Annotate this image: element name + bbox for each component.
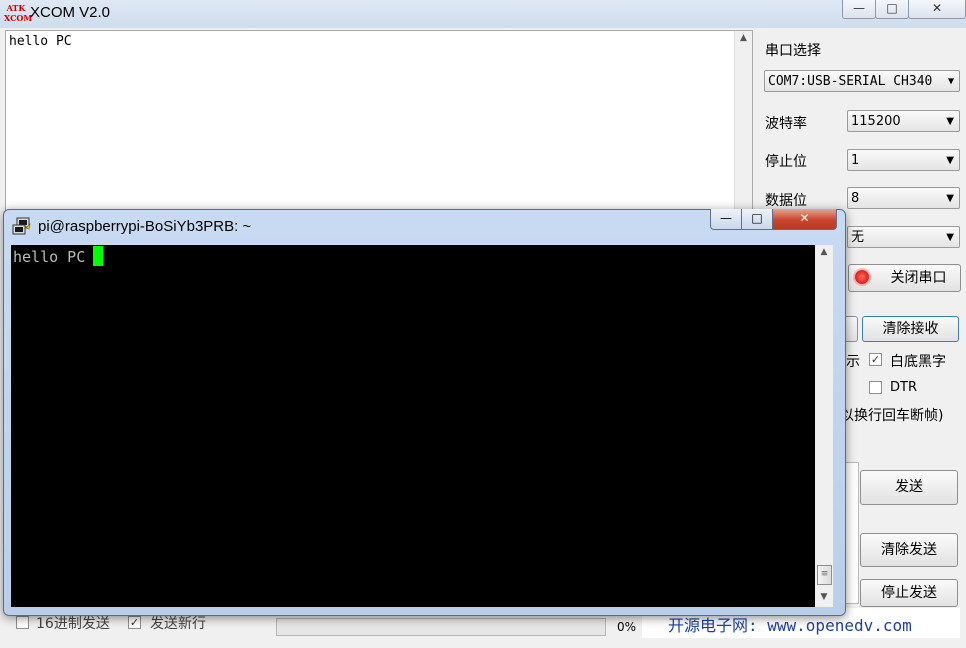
- stop-bits-label: 停止位: [765, 154, 807, 170]
- clear-send-button[interactable]: 清除发送: [860, 533, 958, 567]
- timestamp-label: 以换行回车断帧): [840, 408, 944, 424]
- putty-minimize-button[interactable]: —: [710, 209, 742, 230]
- white-bg-label: 白底黑字: [890, 354, 946, 370]
- chevron-down-icon: ▼: [947, 76, 954, 87]
- port-status-icon: [855, 270, 869, 284]
- xcom-title-bar: [0, 0, 966, 28]
- scroll-up-icon[interactable]: ▲: [815, 247, 833, 257]
- close-port-button[interactable]: 关闭串口: [848, 264, 961, 292]
- terminal-text: hello PC: [13, 248, 86, 266]
- hex-display-label: 示: [846, 354, 860, 370]
- baud-select[interactable]: 115200 ▼: [847, 110, 960, 132]
- dtr-label: DTR: [890, 380, 917, 395]
- clear-receive-button[interactable]: 清除接收: [862, 316, 959, 342]
- chevron-down-icon: ▼: [946, 232, 954, 243]
- putty-close-button[interactable]: ✕: [772, 209, 837, 230]
- data-bits-value: 8: [851, 191, 860, 206]
- terminal-cursor: [93, 246, 103, 266]
- scroll-thumb[interactable]: ≡: [817, 565, 832, 585]
- baud-label: 波特率: [765, 116, 807, 132]
- parity-select[interactable]: 无 ▼: [847, 226, 960, 248]
- stop-bits-value: 1: [851, 153, 860, 168]
- terminal-scrollbar[interactable]: ▲ ≡ ▼: [815, 245, 833, 607]
- putty-window-title: pi@raspberrypi-BoSiYb3PRB: ~: [38, 218, 252, 235]
- xcom-window-title: XCOM V2.0: [30, 4, 111, 21]
- receive-text: hello PC: [9, 34, 72, 49]
- port-select[interactable]: COM7:USB-SERIAL CH340 ▼: [764, 70, 960, 92]
- putty-maximize-button[interactable]: □: [741, 209, 773, 230]
- dtr-checkbox[interactable]: [869, 381, 882, 394]
- send-newline-checkbox[interactable]: ✓: [128, 616, 141, 629]
- stop-send-button[interactable]: 停止发送: [860, 579, 958, 607]
- white-bg-checkbox[interactable]: ✓: [869, 353, 882, 366]
- scroll-up-icon[interactable]: ▲: [735, 33, 752, 43]
- maximize-icon: □: [751, 211, 763, 225]
- data-bits-select[interactable]: 8 ▼: [847, 187, 960, 209]
- minimize-icon: —: [720, 211, 732, 225]
- send-newline-label: 发送新行: [150, 616, 206, 632]
- hex-send-checkbox[interactable]: [16, 616, 29, 629]
- data-bits-label: 数据位: [765, 193, 807, 209]
- xcom-maximize-button[interactable]: □: [875, 0, 909, 19]
- chevron-down-icon: ▼: [946, 155, 954, 166]
- terminal-screen[interactable]: hello PC: [11, 245, 815, 607]
- close-port-label: 关闭串口: [890, 270, 947, 286]
- maximize-icon: □: [886, 1, 898, 15]
- send-button[interactable]: 发送: [860, 470, 958, 505]
- minimize-icon: —: [853, 1, 865, 15]
- close-icon: ✕: [931, 1, 943, 15]
- putty-window[interactable]: pi@raspberrypi-BoSiYb3PRB: ~ — □ ✕ hello…: [3, 209, 846, 616]
- baud-select-value: 115200: [851, 114, 901, 129]
- hex-send-label: 16进制发送: [36, 616, 110, 632]
- scroll-down-icon[interactable]: ▼: [815, 592, 833, 602]
- parity-value: 无: [851, 230, 865, 245]
- chevron-down-icon: ▼: [946, 193, 954, 204]
- progress-percent: 0%: [617, 620, 637, 634]
- xcom-minimize-button[interactable]: —: [842, 0, 876, 19]
- close-icon: ✕: [799, 211, 810, 225]
- xcom-logo-icon: ATK XCOM: [4, 3, 33, 23]
- send-progress-bar: [276, 618, 606, 636]
- putty-icon: [12, 216, 32, 236]
- port-label: 串口选择: [765, 43, 821, 59]
- xcom-close-button[interactable]: ✕: [908, 0, 966, 19]
- chevron-down-icon: ▼: [946, 116, 954, 127]
- port-select-value: COM7:USB-SERIAL CH340: [768, 74, 933, 89]
- stop-bits-select[interactable]: 1 ▼: [847, 149, 960, 171]
